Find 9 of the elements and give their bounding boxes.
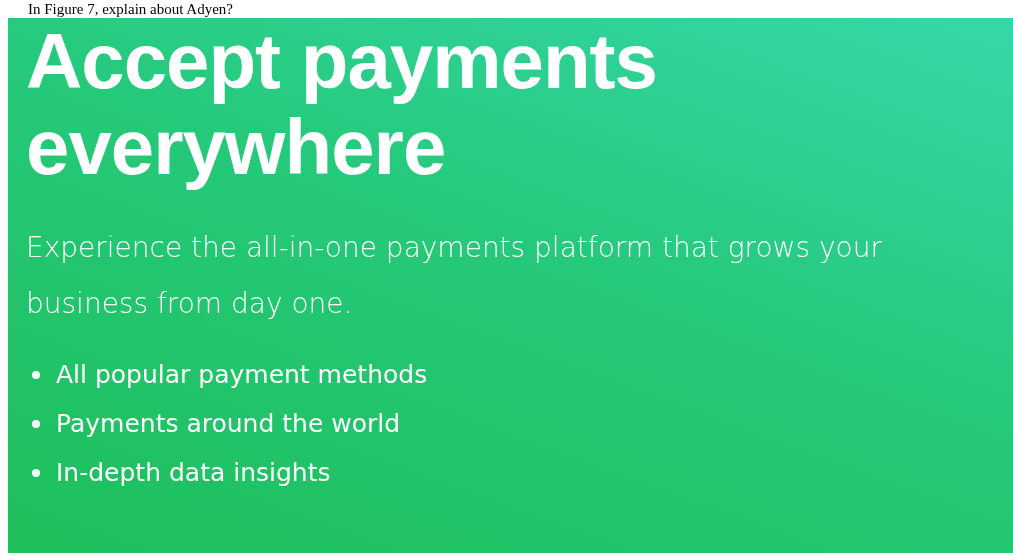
bullet-icon [32,370,40,379]
feature-text: Payments around the world [56,409,401,438]
hero-subtitle: Experience the all-in-one payments platform that grows your business from day one. [26,230,883,322]
question-text: In Figure 7, explain about Adyen? [27,0,234,18]
feature-text: In-depth data insights [56,458,331,487]
hero-heading: Accept payments everywhere [26,18,658,190]
bullet-icon [32,419,40,428]
feature-text: All popular payment methods [56,360,428,389]
bullet-icon [32,468,40,477]
